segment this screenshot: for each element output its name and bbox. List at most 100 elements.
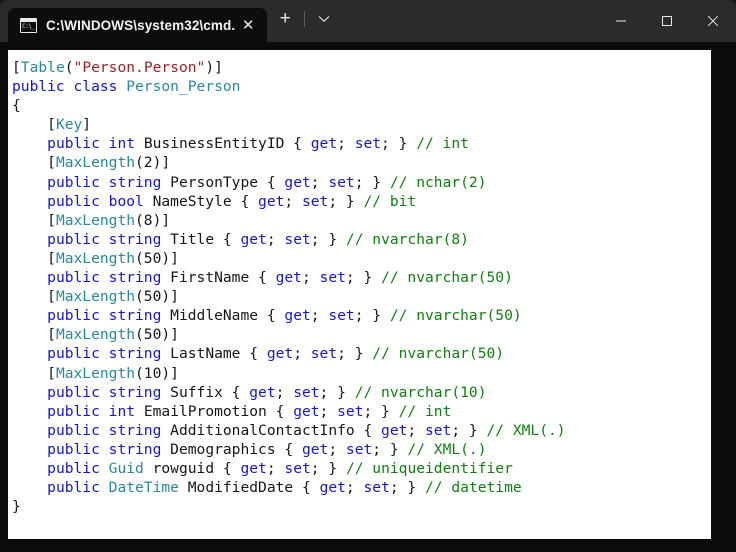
code-token: set: [345, 440, 373, 458]
tab-title: C:\WINDOWS\system32\cmd.: [46, 17, 236, 33]
code-token: set: [293, 383, 320, 401]
window-controls: [598, 0, 736, 42]
code-token: public bool: [47, 192, 153, 210]
code-token: ;: [266, 459, 285, 477]
code-token: ;: [310, 307, 329, 325]
code-token: MiddleName {: [170, 307, 285, 325]
code-token: rowguid {: [143, 459, 241, 477]
code-token: AdditionalContactInfo {: [170, 421, 382, 439]
code-token: // nvarchar(50): [372, 345, 505, 363]
code-token: ; }: [451, 421, 487, 439]
code-token: ;: [275, 383, 294, 401]
console-line: [MaxLength(50)]: [12, 249, 566, 268]
code-token: set: [319, 269, 346, 287]
code-token: ; }: [389, 479, 426, 497]
code-token: ; }: [345, 269, 382, 287]
close-button[interactable]: [690, 0, 736, 42]
code-token: ;: [319, 402, 338, 420]
console-line: public string Demographics { get; set; }…: [12, 440, 566, 459]
code-token: ;: [407, 421, 425, 439]
code-token: public string: [47, 269, 171, 287]
code-token: get: [266, 345, 294, 363]
code-token: get: [275, 269, 302, 287]
code-token: Demographics {: [170, 440, 302, 458]
code-token: // nvarchar(50): [381, 269, 513, 287]
code-token: (50)]: [135, 326, 179, 344]
code-token: FirstName {: [170, 269, 276, 287]
terminal-window: C:\WINDOWS\system32\cmd. ✕ +: [0, 0, 736, 552]
maximize-button[interactable]: [644, 0, 690, 42]
console-line: [MaxLength(2)]: [12, 153, 566, 172]
code-token: public string: [47, 173, 171, 191]
code-token: public string: [47, 383, 171, 401]
code-token: // uniqueidentifier: [345, 459, 513, 477]
minimize-button[interactable]: [598, 0, 644, 42]
code-token: (50)]: [135, 288, 179, 306]
console-line: public bool NameStyle { get; set; } // b…: [12, 192, 566, 211]
console-line: [MaxLength(50)]: [12, 325, 566, 344]
code-token: get: [310, 135, 338, 153]
code-token: ;: [293, 345, 311, 363]
console-line: public string PersonType { get; set; } /…: [12, 173, 566, 192]
code-token: PersonType {: [170, 173, 285, 191]
code-token: BusinessEntityID {: [143, 135, 311, 153]
tab-strip: C:\WINDOWS\system32\cmd. ✕: [0, 0, 268, 42]
console-line: [MaxLength(50)]: [12, 287, 566, 306]
code-token: MaxLength: [55, 211, 136, 229]
code-token: get: [293, 402, 320, 420]
code-token: get: [249, 383, 276, 401]
code-token: set: [284, 459, 311, 477]
console-line: [Table("Person.Person")]: [12, 58, 566, 77]
code-token: MaxLength: [55, 288, 136, 306]
code-token: MaxLength: [55, 249, 136, 267]
code-token: [: [12, 211, 56, 229]
code-token: (2)]: [135, 154, 171, 172]
code-token: public string: [47, 440, 171, 458]
code-token: get: [284, 173, 311, 191]
code-token: set: [337, 402, 364, 420]
code-token: ; }: [363, 402, 399, 420]
code-token: set: [310, 345, 338, 363]
code-token: ; }: [310, 230, 346, 248]
code-token: // datetime: [425, 479, 522, 497]
terminal-scrollbar[interactable]: [711, 42, 736, 552]
code-token: // nvarchar(8): [345, 230, 469, 248]
code-token: ; }: [381, 135, 417, 153]
code-token: MaxLength: [55, 364, 136, 382]
console-line: public DateTime ModifiedDate { get; set;…: [12, 478, 566, 497]
tab-cmd[interactable]: C:\WINDOWS\system32\cmd. ✕: [8, 8, 268, 42]
code-token: (10)]: [135, 364, 179, 382]
code-token: // nvarchar(50): [389, 307, 522, 325]
code-token: )]: [205, 59, 223, 76]
code-token: public class: [12, 78, 127, 96]
chevron-down-icon[interactable]: [306, 4, 342, 34]
code-token: [: [12, 326, 56, 344]
code-token: ;: [337, 135, 355, 153]
new-tab-button[interactable]: +: [267, 4, 303, 34]
console-line: public class Person_Person: [12, 77, 566, 96]
console-line: [MaxLength(10)]: [12, 364, 566, 383]
code-token: Guid: [108, 459, 144, 477]
tab-close-icon[interactable]: ✕: [235, 12, 261, 38]
code-token: set: [328, 173, 355, 191]
code-token: (8)]: [135, 211, 171, 229]
code-token: "Person.Person": [73, 59, 206, 76]
code-token: }: [12, 498, 21, 516]
code-token: get: [240, 230, 267, 248]
code-token: get: [284, 307, 311, 325]
code-token: ; }: [337, 345, 373, 363]
code-token: set: [363, 479, 390, 497]
code-token: EmailPromotion {: [143, 402, 294, 420]
console-line: public string LastName { get; set; } // …: [12, 344, 566, 363]
terminal-text-surface[interactable]: [Table("Person.Person")] public class Per…: [8, 50, 711, 539]
